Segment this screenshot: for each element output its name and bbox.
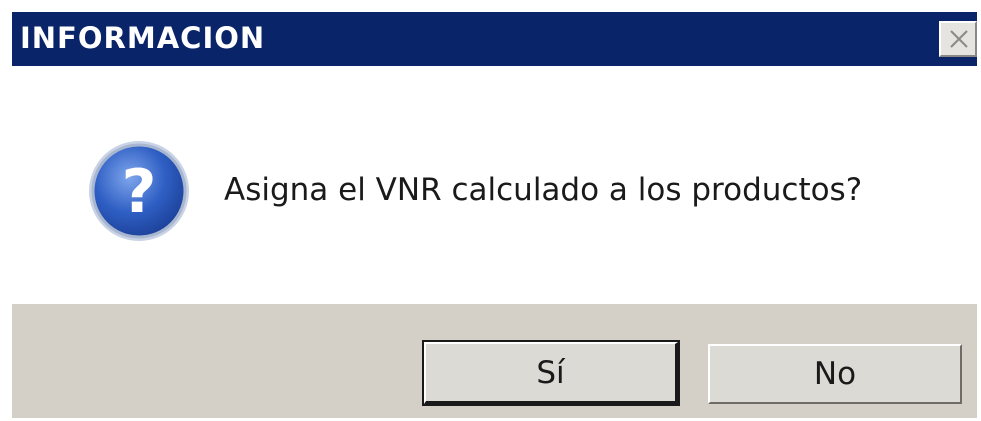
yes-button-label: Sí <box>536 354 565 391</box>
dialog-window: INFORMACION ? Asigna el VNR calculado a … <box>12 12 977 418</box>
title-bar[interactable]: INFORMACION <box>12 12 977 66</box>
no-button-label: No <box>813 356 857 392</box>
svg-text:?: ? <box>122 157 157 227</box>
no-button[interactable]: No <box>708 344 962 404</box>
close-button[interactable] <box>939 21 977 57</box>
close-icon <box>950 30 968 48</box>
dialog-content: ? Asigna el VNR calculado a los producto… <box>12 66 977 304</box>
yes-button[interactable]: Sí <box>422 340 680 406</box>
button-bar: Sí No <box>12 304 977 418</box>
dialog-title: INFORMACION <box>20 21 266 55</box>
dialog-message: Asigna el VNR calculado a los productos? <box>224 172 863 208</box>
question-icon: ? <box>89 141 189 241</box>
